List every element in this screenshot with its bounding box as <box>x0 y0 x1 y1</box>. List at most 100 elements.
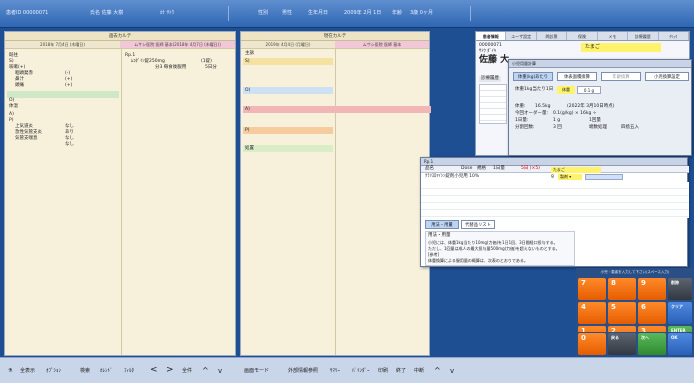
key-ok[interactable]: OK <box>668 333 692 355</box>
keypad-bottom: 0 戻る 次へ OK <box>576 332 694 356</box>
past-rx: 分3 毎食後服用 <box>155 65 187 70</box>
scroll-down-icon-2[interactable]: v <box>450 366 454 376</box>
rx-form-select[interactable]: 製剤 ▾ <box>558 174 582 180</box>
rx-allergy-tag: たまご <box>551 167 601 173</box>
past-chart-clinic[interactable]: ムサシ医院 医師 基本(2018年 4月7日 (木曜日)) <box>120 41 235 48</box>
tab-pediatric-settings[interactable]: 小児換算設定 <box>645 72 689 81</box>
usage-line: ただし、1回量は成人の最大投与量500mg(力価)を超えないものとする。 <box>428 246 560 251</box>
scroll-up-icon[interactable]: ^ <box>202 366 209 376</box>
keypad-header: 小児・患者を入力して下さい(スペース入力) <box>600 270 670 274</box>
current-chart-panel: 現在カルテ 2019年 4月4日 (月曜日) ムサシ医院 医師 基本 主訴 S)… <box>240 31 431 356</box>
toolbar-icon[interactable]: ⚗ <box>8 366 12 376</box>
key-next[interactable]: 次へ <box>638 333 666 355</box>
current-chart-title: 現在カルテ <box>241 32 429 41</box>
rx-amount-input[interactable] <box>585 174 623 180</box>
btn-all[interactable]: 全件 <box>182 366 192 376</box>
tab-history[interactable]: 診療履歴 <box>628 32 659 40</box>
rx-header-daily: 1日量 <box>493 166 505 171</box>
btn-print[interactable]: 印刷 <box>378 366 388 376</box>
past-value: (+) <box>65 83 73 88</box>
next-icon[interactable]: > <box>166 366 174 376</box>
age-label: 年齢 <box>392 10 403 16</box>
chart-section-p[interactable]: P) <box>245 128 249 134</box>
key-clear[interactable]: クリア <box>668 302 692 324</box>
prescription-dialog: Rp.1 品名 Dose 規格 1日量 5日 (×5) たまご ｸﾗﾘｽﾛﾏｲｼ… <box>420 157 689 267</box>
weight-value: 16.5kg <box>535 104 551 109</box>
key-9[interactable]: 9 <box>638 278 666 300</box>
key-7[interactable]: 7 <box>578 278 606 300</box>
birthdate-value: 2009年 2月 1日 <box>344 10 382 16</box>
rx-header-name: 品名 <box>425 166 434 171</box>
btn-option[interactable]: ｵﾌﾟｼｮﾝ <box>46 366 61 376</box>
usage-title: 用法・用量 <box>428 233 451 238</box>
sex-value: 男性 <box>282 10 293 16</box>
tab-user-settings[interactable]: ユーザ設定 <box>506 32 537 40</box>
weight-date: (2022年 3月10日時点) <box>567 104 615 109</box>
current-chart-clinic[interactable]: ムサシ医院 医師 基本 <box>335 41 429 48</box>
history-list[interactable] <box>479 84 507 124</box>
tab-weight-based[interactable]: 体重(kg)あたり <box>513 72 553 81</box>
chart-section-a[interactable]: A) <box>245 107 250 113</box>
past-value: なし <box>65 142 74 147</box>
key-5[interactable]: 5 <box>608 302 636 324</box>
tab-insurance[interactable]: 保険 <box>567 32 598 40</box>
rx-header-dose: Dose <box>461 166 473 171</box>
patient-header-bar: 患者ID 00000071 氏名 佐藤 大樹 ｶﾅ ｻﾄｳ 性別 男性 生年月日… <box>0 0 694 28</box>
patient-name: 佐藤 大 <box>479 55 510 65</box>
btn-binder[interactable]: ﾊﾞｲﾝﾀﾞｰ <box>352 366 370 376</box>
current-chart-date[interactable]: 2019年 4月4日 (月曜日) <box>241 41 335 48</box>
rx-header-days: 5日 (×5) <box>521 166 540 171</box>
past-chart-panel: 過去カルテ 2018年 7月4日 (木曜日) ムサシ医院 医師 基本(2018年… <box>4 31 236 356</box>
tab-memo[interactable]: メモ <box>598 32 629 40</box>
today-value: 0.1(g/kg) × 16kg ÷ <box>553 111 597 116</box>
key-6[interactable]: 6 <box>638 302 666 324</box>
tab-questionnaire[interactable]: 問診票 <box>537 32 568 40</box>
btn-end[interactable]: 終了 <box>396 366 406 376</box>
chart-section-s[interactable]: S) <box>245 59 250 65</box>
btn-summary[interactable]: ｻﾏﾘｰ <box>330 366 340 376</box>
btn-external-info[interactable]: 外部情報参照 <box>288 366 318 376</box>
past-item: 気管支喘息 <box>15 136 38 141</box>
prev-icon[interactable]: < <box>150 366 158 376</box>
tab-click[interactable]: ｸﾘｯｸ <box>659 32 689 40</box>
tab-age-based[interactable]: 年齢換算 <box>601 72 641 81</box>
btn-screen-mode[interactable]: 画面モード <box>244 366 269 376</box>
scroll-up-icon-2[interactable]: ^ <box>434 366 441 376</box>
key-back[interactable]: 戻る <box>608 333 636 355</box>
allergy-badge: たまご <box>581 43 661 52</box>
day-value: 1 g <box>553 118 561 123</box>
btn-filter[interactable]: ﾌｨﾙﾀ <box>124 366 134 376</box>
weight-label: 体重: <box>515 104 526 109</box>
btn-search[interactable]: 検索 <box>80 366 90 376</box>
key-4[interactable]: 4 <box>578 302 606 324</box>
round-value: 四捨五入 <box>621 125 639 130</box>
past-item: P) <box>9 118 14 123</box>
chart-section-o[interactable]: O) <box>245 88 250 94</box>
btn-calendar[interactable]: ｶﾚﾝﾄﾞ <box>100 366 113 376</box>
patient-kana-field: ｶﾅ ｻﾄｳ <box>160 10 175 16</box>
patient-info-tabs: 患者情報 ユーザ設定 問診票 保険 メモ 診療履歴 ｸﾘｯｸ <box>476 32 689 41</box>
chart-section-chief[interactable]: 主訴 <box>245 51 254 57</box>
key-8[interactable]: 8 <box>608 278 636 300</box>
scroll-down-icon[interactable]: v <box>218 366 222 376</box>
rx-rows[interactable] <box>421 182 689 218</box>
patient-id-field: 患者ID 00000071 <box>6 10 49 16</box>
dose-row-value[interactable]: 0.1 g <box>577 86 601 94</box>
btn-suspend[interactable]: 中断 <box>414 366 424 376</box>
tab-alternatives[interactable]: 代替品リスト <box>461 220 495 229</box>
round-label: 端数処理 <box>589 125 607 130</box>
dose-row-label: 体重1kg当たり1日 <box>515 87 554 92</box>
birthdate-label: 生年月日 <box>308 10 329 16</box>
tab-patient-info[interactable]: 患者情報 <box>476 32 507 40</box>
rx-drug-name[interactable]: ｸﾗﾘｽﾛﾏｲｼﾝ錠剤小児用 10% <box>425 174 479 180</box>
btn-show-all[interactable]: 全表示 <box>20 366 35 376</box>
key-0[interactable]: 0 <box>578 333 606 355</box>
past-item: 体温 <box>9 104 18 109</box>
tab-usage[interactable]: 用法・用量 <box>425 220 459 229</box>
tab-body-surface[interactable]: 体表面積換算 <box>557 72 597 81</box>
chart-section-procedure[interactable]: 処置 <box>245 146 254 152</box>
key-delete[interactable]: 削除 <box>668 278 692 300</box>
past-chart-date[interactable]: 2018年 7月4日 (木曜日) <box>5 41 120 48</box>
dose-row-unit[interactable]: 体重 <box>557 86 575 94</box>
dose-calc-dialog: 小児用量計算 体重(kg)あたり 体表面積換算 年齢換算 小児換算設定 体重1k… <box>508 59 692 156</box>
